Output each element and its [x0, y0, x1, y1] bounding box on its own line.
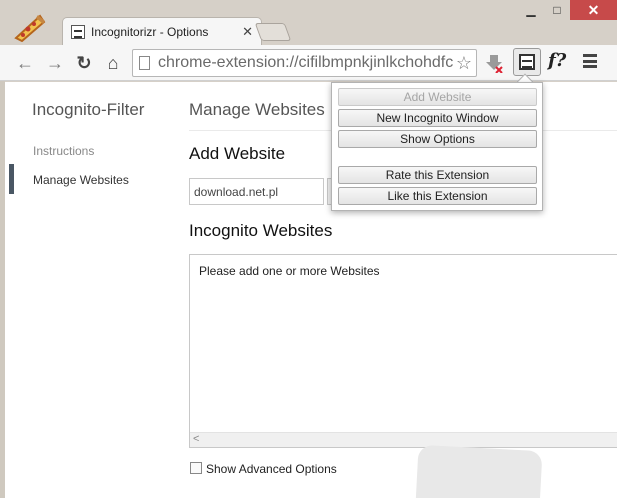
forward-button[interactable]: → — [44, 52, 66, 74]
background-shape — [415, 444, 543, 498]
scroll-left-icon[interactable]: < — [193, 433, 199, 445]
incognito-page-icon — [71, 25, 85, 39]
pizza-icon[interactable] — [12, 12, 46, 42]
popup-show-options-button[interactable]: Show Options — [338, 130, 537, 148]
incognito-extension-icon — [519, 54, 535, 70]
popup-add-website-button[interactable]: Add Website — [338, 88, 537, 106]
maximize-button[interactable]: □ — [544, 0, 570, 20]
active-tab[interactable]: Incognitorizr - Options ✕ — [62, 17, 262, 46]
popup-rate-extension-button[interactable]: Rate this Extension — [338, 166, 537, 184]
star-icon[interactable]: ☆ — [453, 53, 472, 74]
new-tab-button[interactable] — [254, 23, 292, 41]
advanced-options-checkbox[interactable] — [190, 462, 202, 474]
websites-list[interactable]: Please add one or more Websites < — [189, 254, 617, 448]
close-window-button[interactable]: ✕ — [570, 0, 617, 20]
sidebar-item-manage-websites[interactable]: Manage Websites — [33, 173, 129, 187]
sidebar-item-instructions[interactable]: Instructions — [33, 144, 94, 158]
address-bar[interactable]: chrome-extension://cifilbmpnkjinlkchohdf… — [132, 49, 477, 77]
home-button[interactable]: ⌂ — [102, 52, 124, 74]
popup-new-incognito-window-button[interactable]: New Incognito Window — [338, 109, 537, 127]
f-extension-button[interactable]: f? — [548, 50, 566, 71]
reload-button[interactable]: ↻ — [73, 52, 95, 74]
popup-like-extension-button[interactable]: Like this Extension — [338, 187, 537, 205]
sidebar-active-marker — [9, 164, 14, 194]
hamburger-menu-icon[interactable] — [583, 54, 597, 68]
extension-popup: Add Website New Incognito Window Show Op… — [331, 82, 543, 211]
minimize-button[interactable]: ▁ — [518, 0, 544, 20]
page-icon — [139, 56, 150, 70]
url-text[interactable]: chrome-extension://cifilbmpnkjinlkchohdf… — [158, 54, 476, 72]
website-input[interactable] — [189, 178, 324, 205]
page-title: Manage Websites — [189, 100, 325, 119]
tab-title: Incognitorizr - Options — [91, 25, 209, 39]
window-controls: ▁ □ ✕ — [518, 0, 617, 20]
tab-close-icon[interactable]: ✕ — [242, 24, 253, 40]
list-placeholder: Please add one or more Websites — [199, 264, 380, 278]
back-button[interactable]: ← — [14, 52, 36, 74]
download-blocked-icon[interactable] — [484, 53, 504, 73]
advanced-options-label[interactable]: Show Advanced Options — [206, 462, 337, 476]
add-website-heading: Add Website — [189, 144, 286, 163]
sidebar-title: Incognito-Filter — [32, 100, 145, 119]
incognito-extension-button[interactable] — [513, 48, 541, 76]
incognito-websites-heading: Incognito Websites — [189, 221, 333, 240]
horizontal-scrollbar[interactable]: < — [190, 432, 617, 447]
